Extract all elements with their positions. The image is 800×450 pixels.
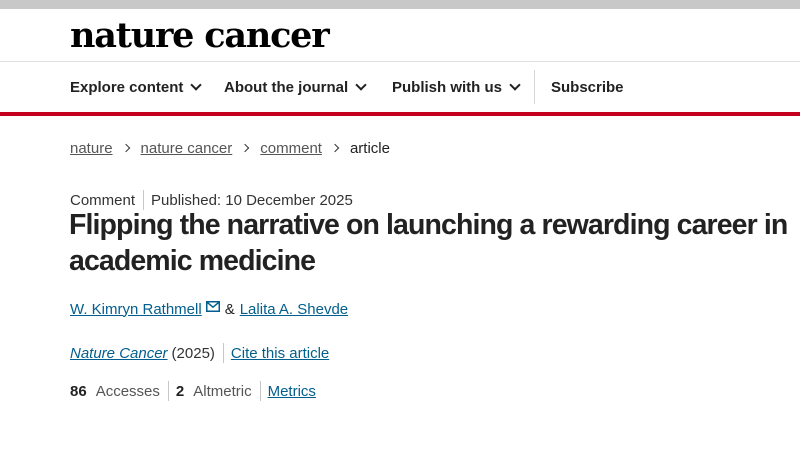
altmetric-label: Altmetric <box>193 382 252 400</box>
header-accent-rule <box>0 112 800 116</box>
chevron-down-icon <box>190 79 203 91</box>
main-nav: Explore content About the journal Publis… <box>0 62 800 112</box>
accesses-count: 86 <box>70 382 87 400</box>
breadcrumb-nature-cancer[interactable]: nature cancer <box>141 140 233 157</box>
nav-explore-content[interactable]: Explore content <box>70 62 203 112</box>
chevron-right-icon <box>121 143 130 153</box>
chevron-down-icon <box>509 79 521 91</box>
subscribe-label: Subscribe <box>551 78 624 96</box>
nav-divider <box>534 70 535 104</box>
citation-divider <box>222 343 224 363</box>
breadcrumb: nature nature cancer comment article <box>70 138 390 158</box>
publish-date: Published: 10 December 2025 <box>151 191 353 209</box>
nav-publish-with-us[interactable]: Publish with us <box>392 62 521 112</box>
breadcrumb-current: article <box>349 139 390 157</box>
chevron-down-icon <box>355 79 367 91</box>
nav-about-journal[interactable]: About the journal <box>224 62 367 112</box>
publication-year: (2025) <box>171 344 215 362</box>
author-link-rathmell[interactable]: W. Kimryn Rathmell <box>70 301 202 318</box>
cite-this-article-link[interactable]: Cite this article <box>231 345 329 362</box>
accesses-label: Accesses <box>95 382 160 400</box>
mail-icon[interactable] <box>205 300 220 312</box>
subscribe-link[interactable]: Subscribe <box>551 62 624 112</box>
altmetric-count: 2 <box>175 382 185 400</box>
article-metrics: 86 Accesses 2 Altmetric Metrics <box>70 381 316 401</box>
metrics-divider <box>259 381 261 401</box>
chevron-right-icon <box>330 143 340 153</box>
nav-item-label: Explore content <box>70 78 184 96</box>
article-title: Flipping the narrative on launching a re… <box>69 209 788 277</box>
breadcrumb-nature[interactable]: nature <box>70 140 113 157</box>
nav-item-label: About the journal <box>224 78 349 96</box>
journal-link[interactable]: Nature Cancer <box>70 345 168 362</box>
author-list: W. Kimryn Rathmell & Lalita A. Shevde <box>70 298 348 320</box>
breadcrumb-comment[interactable]: comment <box>260 140 322 157</box>
chevron-right-icon <box>241 143 250 153</box>
nav-item-label: Publish with us <box>392 78 503 96</box>
citation-line: Nature Cancer (2025) Cite this article <box>70 343 329 363</box>
site-header: nature cancer <box>0 9 800 62</box>
author-separator: & <box>224 300 235 318</box>
journal-logo[interactable]: nature cancer <box>70 14 330 58</box>
metrics-link[interactable]: Metrics <box>268 383 316 400</box>
metrics-divider <box>167 381 169 401</box>
author-link-shevde[interactable]: Lalita A. Shevde <box>240 301 348 318</box>
browser-top-strip <box>0 0 800 9</box>
article-type: Comment <box>70 191 136 209</box>
